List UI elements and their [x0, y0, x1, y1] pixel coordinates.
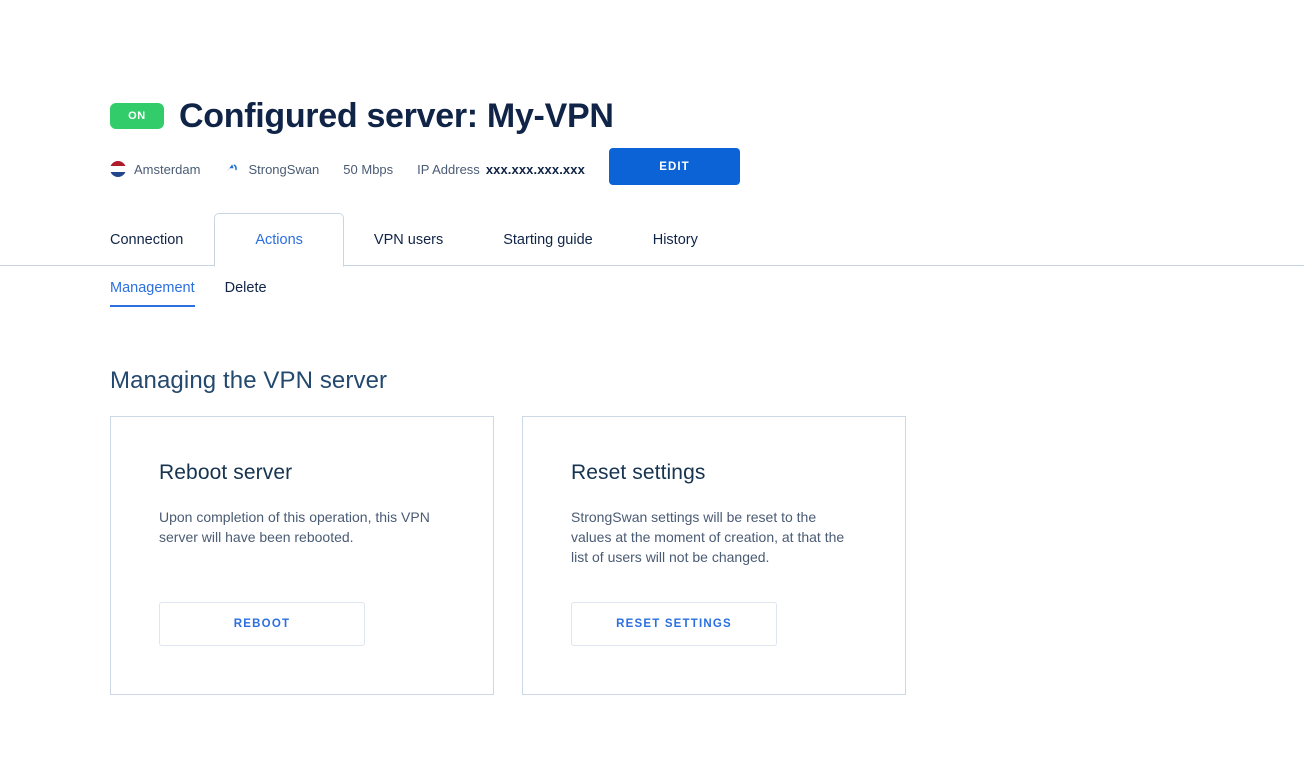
meta-protocol-label: StrongSwan: [248, 161, 320, 177]
tab-vpn-users[interactable]: VPN users: [344, 213, 473, 266]
sub-tabs: Management Delete: [110, 280, 267, 307]
meta-location-label: Amsterdam: [134, 161, 201, 177]
meta-ip-label: IP Address: [417, 161, 480, 177]
vpn-server-page: ON Configured server: My-VPN Amsterdam S…: [0, 0, 1307, 771]
tab-connection[interactable]: Connection: [110, 213, 214, 266]
meta-ip-value: xxx.xxx.xxx.xxx: [485, 161, 585, 177]
status-badge: ON: [110, 102, 164, 129]
meta-bandwidth-label: 50 Mbps: [343, 161, 394, 177]
reset-settings-button[interactable]: RESET SETTINGS: [571, 602, 777, 646]
edit-button[interactable]: EDIT: [609, 148, 740, 185]
actions-card-list: Reboot server Upon completion of this op…: [110, 416, 906, 695]
meta-ip-address: IP Address xxx.xxx.xxx.xxx: [417, 162, 585, 177]
tab-starting-guide[interactable]: Starting guide: [473, 213, 622, 266]
reset-card-description: StrongSwan settings will be reset to the…: [571, 509, 845, 565]
meta-location: Amsterdam: [110, 161, 200, 177]
subtab-management[interactable]: Management: [110, 280, 195, 307]
reboot-card-title: Reboot server: [159, 461, 293, 484]
tab-actions[interactable]: Actions: [214, 213, 344, 267]
reboot-server-card: Reboot server Upon completion of this op…: [110, 416, 494, 695]
subtab-delete[interactable]: Delete: [225, 280, 267, 305]
netherlands-flag-icon: [110, 161, 126, 177]
reset-card-title: Reset settings: [571, 461, 706, 484]
strongswan-logo-icon: [224, 161, 240, 177]
tab-history[interactable]: History: [623, 213, 728, 266]
server-meta-row: Amsterdam StrongSwan 50 Mbps IP Address …: [110, 158, 585, 180]
section-title: Managing the VPN server: [110, 366, 388, 394]
meta-protocol: StrongSwan: [224, 161, 319, 177]
main-tabs: Connection Actions VPN users Starting gu…: [0, 213, 1304, 267]
page-header: ON Configured server: My-VPN: [110, 76, 614, 156]
meta-bandwidth: 50 Mbps: [343, 162, 393, 177]
page-title: Configured server: My-VPN: [179, 96, 614, 135]
reboot-button[interactable]: REBOOT: [159, 602, 365, 646]
reboot-card-description: Upon completion of this operation, this …: [159, 509, 430, 545]
reset-settings-card: Reset settings StrongSwan settings will …: [522, 416, 906, 695]
